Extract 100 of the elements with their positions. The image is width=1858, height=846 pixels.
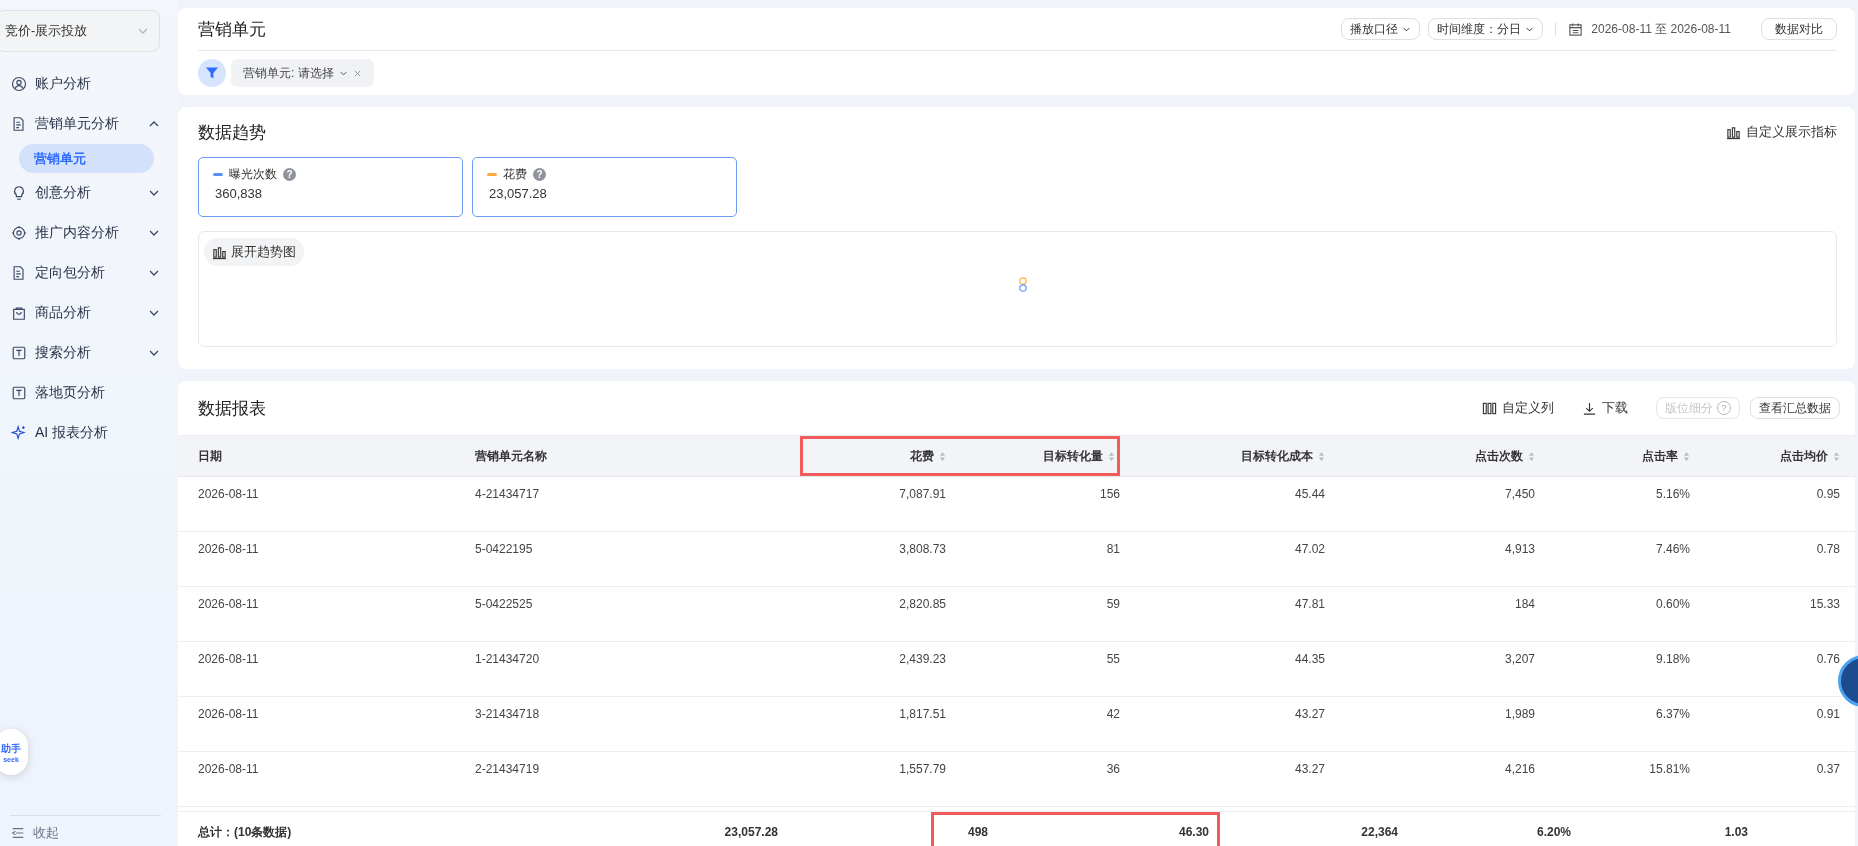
bar-chart-icon <box>1726 124 1741 140</box>
sidebar-item[interactable]: AI 报表分析 <box>0 413 178 453</box>
totals-cell-text: 6.20% <box>1535 824 1571 841</box>
table-cell-text: 1,557.79 <box>898 761 946 778</box>
compare-button[interactable]: 数据对比 <box>1761 18 1837 40</box>
table-cell-text: 2026-08-11 <box>198 596 260 613</box>
table-cell-text: 5-0422525 <box>475 596 534 613</box>
table-cell-text: 1,817.51 <box>898 706 946 723</box>
table-cell-text: 42 <box>1105 706 1120 723</box>
metric-card[interactable]: 花费 ? 23,057.28 <box>472 157 737 217</box>
sidebar-item[interactable]: 创意分析 <box>0 173 178 213</box>
custom-columns-button[interactable]: 自定义列 <box>1482 399 1554 417</box>
column-header[interactable]: 点击均价 <box>1690 436 1840 476</box>
sidebar-icon <box>11 185 27 201</box>
table-cell-text: 2026-08-11 <box>198 761 260 778</box>
table-cell-text: 5-0422195 <box>475 541 534 558</box>
collapse-icon <box>11 826 25 840</box>
dropdown-button[interactable]: 播放口径 <box>1341 18 1421 40</box>
action-button[interactable]: 查看汇总数据 <box>1750 397 1840 419</box>
table-cell-text: 184 <box>1513 596 1535 613</box>
close-icon[interactable] <box>352 68 362 78</box>
table-cell-text: 55 <box>1105 651 1120 668</box>
sidebar-icon <box>11 345 27 361</box>
metric-value: 23,057.28 <box>489 186 548 201</box>
table-cell-text: 2026-08-11 <box>198 706 260 723</box>
table-cell-text: 2,439.23 <box>898 651 946 668</box>
table-cell-text: 45.44 <box>1293 486 1325 503</box>
bar-chart-icon <box>212 244 227 260</box>
sidebar-item[interactable]: 商品分析 <box>0 293 178 333</box>
sort-icon <box>1833 450 1840 462</box>
sidebar-icon <box>11 265 27 281</box>
table-cell-text: 2-21434719 <box>475 761 541 778</box>
totals-cell-text: 1.03 <box>1723 824 1748 841</box>
table-cell-text: 7,450 <box>1503 486 1535 503</box>
table-cell-text: 3,808.73 <box>898 541 946 558</box>
sidebar-item[interactable]: 营销单元分析 <box>0 104 178 144</box>
expand-chart-button[interactable]: 展开趋势图 <box>204 238 304 266</box>
totals-cell: 498 <box>931 812 1093 846</box>
metric-label: 花费 <box>503 166 527 183</box>
table-cell-text: 81 <box>1105 541 1120 558</box>
column-header[interactable]: 花费 <box>800 436 946 476</box>
sort-icon <box>939 450 946 462</box>
sort-icon <box>1108 450 1115 462</box>
sidebar-icon <box>11 385 27 401</box>
account-switcher[interactable]: 竞价-展示投放 <box>0 10 160 52</box>
sidebar-icon <box>11 225 27 241</box>
date-range[interactable]: 2026-08-11 至 2026-08-11 <box>1591 20 1731 38</box>
table-cell-text: 7.46% <box>1654 541 1690 558</box>
table-cell-text: 3,207 <box>1503 651 1535 668</box>
table-cell-text: 4-21434717 <box>475 486 541 503</box>
table-cell-text: 47.02 <box>1293 541 1325 558</box>
table-cell-text: 36 <box>1105 761 1120 778</box>
table-cell-text: 9.18% <box>1654 651 1690 668</box>
column-header[interactable]: 点击次数 <box>1325 436 1535 476</box>
sort-icon <box>1683 450 1690 462</box>
table-cell-text: 0.91 <box>1815 706 1840 723</box>
table-cell-text: 4,216 <box>1503 761 1535 778</box>
download-button[interactable]: 下载 <box>1582 399 1628 417</box>
column-header[interactable]: 点击率 <box>1535 436 1690 476</box>
metric-value: 360,838 <box>215 186 263 201</box>
filter-chip[interactable]: 营销单元: 请选择 <box>231 59 374 87</box>
totals-cell: 46.30 <box>1093 812 1220 846</box>
table-cell-text: 0.60% <box>1654 596 1690 613</box>
dropdown-button[interactable]: 时间维度：分日 <box>1428 18 1544 40</box>
sidebar-item[interactable]: 账户分析 <box>0 64 178 104</box>
column-header: 营销单元名称 <box>475 447 548 465</box>
sidebar-item[interactable]: 搜索分析 <box>0 333 178 373</box>
sidebar-item[interactable]: 落地页分析 <box>0 373 178 413</box>
table-cell-text: 5.16% <box>1654 486 1690 503</box>
table-cell-text: 0.76 <box>1815 651 1840 668</box>
metric-card[interactable]: 曝光次数 ? 360,838 <box>198 157 463 217</box>
sidebar-icon <box>11 305 27 321</box>
filter-icon[interactable] <box>198 59 226 87</box>
totals-label: 总计：(10条数据) <box>198 823 293 841</box>
sidebar-icon <box>11 116 27 132</box>
metric-label: 曝光次数 <box>229 166 277 183</box>
totals-cell-text: 22,364 <box>1360 824 1398 841</box>
sidebar-item[interactable]: 定向包分析 <box>0 253 178 293</box>
customize-metrics-button[interactable]: 自定义展示指标 <box>1726 123 1837 141</box>
table-cell-text: 0.95 <box>1815 486 1840 503</box>
sidebar-icon <box>11 425 27 441</box>
column-header[interactable]: 目标转化量 <box>946 436 1120 476</box>
collapse-button[interactable]: 收起 <box>11 824 161 842</box>
sort-icon <box>1528 450 1535 462</box>
section-title: 数据报表 <box>198 397 266 420</box>
table-cell-text: 2026-08-11 <box>198 486 260 503</box>
columns-icon <box>1482 400 1497 416</box>
sidebar-item[interactable]: 推广内容分析 <box>0 213 178 253</box>
section-title: 数据趋势 <box>198 121 266 144</box>
column-header[interactable]: 目标转化成本 <box>1120 436 1325 476</box>
table-cell-text: 0.37 <box>1815 761 1840 778</box>
calendar-icon <box>1568 21 1584 37</box>
table-cell-text: 156 <box>1098 486 1120 503</box>
table-cell-text: 0.78 <box>1815 541 1840 558</box>
totals-cell-text: 23,057.28 <box>723 824 779 841</box>
table-cell-text: 3-21434718 <box>475 706 541 723</box>
table-cell-text: 1-21434720 <box>475 651 541 668</box>
table-cell-text: 44.35 <box>1293 651 1325 668</box>
table-cell-text: 2026-08-11 <box>198 651 260 668</box>
table-cell-text: 2026-08-11 <box>198 541 260 558</box>
